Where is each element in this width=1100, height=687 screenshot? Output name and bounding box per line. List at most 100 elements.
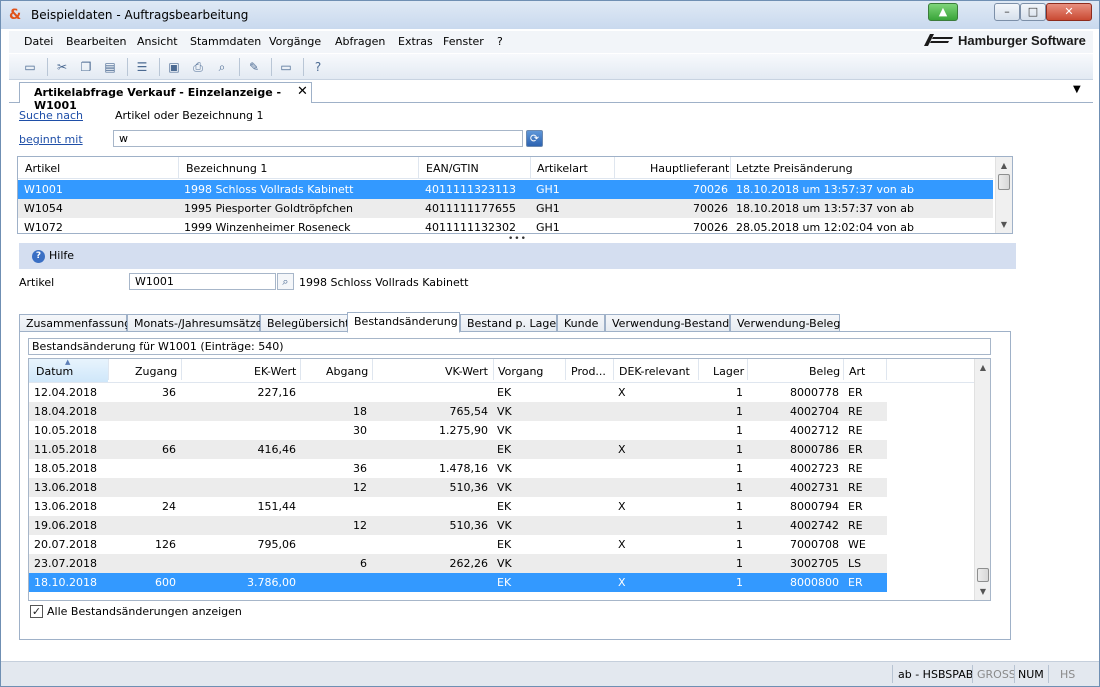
close-tab-icon[interactable]: ✕ [297, 84, 308, 99]
column-separator [843, 359, 844, 380]
cell-dek-relevant: X [618, 500, 626, 513]
column-header-ean[interactable]: EAN/GTIN [426, 162, 479, 175]
column-header-zugang[interactable]: Zugang [135, 365, 177, 378]
stock-table: ▲ Datum Zugang EK-Wert Abgang VK-Wert Vo… [28, 358, 991, 601]
stock-row-selected[interactable]: 18.10.2018 600 3.786,00 EK X 1 8000800 ER [29, 573, 887, 592]
toolbar-separator [239, 58, 240, 76]
stock-row[interactable]: 13.06.2018 24 151,44 EK X 1 8000794 ER [29, 497, 887, 516]
column-header-vk-wert[interactable]: VK-Wert [445, 365, 488, 378]
toolbar-separator [159, 58, 160, 76]
minimize-to-tray-button[interactable]: ▲ [928, 3, 958, 21]
scroll-thumb[interactable] [977, 568, 989, 582]
column-header-dek-relevant[interactable]: DEK-relevant [619, 365, 690, 378]
column-header-ek-wert[interactable]: EK-Wert [254, 365, 296, 378]
scroll-up-icon[interactable]: ▲ [996, 159, 1012, 173]
search-mode-link[interactable]: beginnt mit [19, 133, 83, 146]
scroll-down-icon[interactable]: ▼ [975, 585, 990, 599]
stock-row[interactable]: 19.06.2018 12 510,36 VK 1 4002742 RE [29, 516, 887, 535]
column-header-hauptlieferant[interactable]: Hauptlieferant [650, 162, 729, 175]
stock-row[interactable]: 11.05.2018 66 416,46 EK X 1 8000786 ER [29, 440, 887, 459]
help-icon[interactable]: ? [309, 58, 327, 76]
open-folder-icon[interactable]: ▭ [21, 58, 39, 76]
cell-abgang: 36 [353, 462, 367, 475]
close-window-button[interactable]: ✕ [1046, 3, 1092, 21]
cell-ek-wert: 795,06 [257, 538, 297, 551]
menu-help[interactable]: ? [497, 35, 503, 48]
list-view-icon[interactable]: ☰ [133, 58, 151, 76]
print-preview-icon[interactable]: ⌕ [213, 58, 231, 76]
search-field-link[interactable]: Suche nach [19, 109, 83, 122]
column-header-art[interactable]: Art [849, 365, 865, 378]
menu-bearbeiten[interactable]: Bearbeiten [66, 35, 126, 48]
article-list-header: Artikel Bezeichnung 1 EAN/GTIN Artikelar… [18, 157, 993, 179]
cell-beleg: 8000778 [790, 386, 839, 399]
help-bar[interactable]: ? Hilfe [19, 243, 1016, 269]
stock-row[interactable]: 18.04.2018 18 765,54 VK 1 4002704 RE [29, 402, 887, 421]
column-header-lager[interactable]: Lager [713, 365, 744, 378]
table-row[interactable]: W1072 1999 Winzenheimer Roseneck 4011111… [18, 218, 993, 233]
show-all-checkbox[interactable]: ✓ [30, 605, 43, 618]
column-header-vorgang[interactable]: Vorgang [498, 365, 543, 378]
menu-ansicht[interactable]: Ansicht [137, 35, 178, 48]
stock-table-scrollbar[interactable]: ▲ ▼ [974, 359, 990, 600]
cell-lager: 1 [736, 557, 743, 570]
stock-row[interactable]: 12.04.2018 36 227,16 EK X 1 8000778 ER [29, 383, 887, 402]
lookup-search-icon[interactable]: ⌕ [277, 273, 294, 290]
cell-ek-wert: 416,46 [257, 443, 297, 456]
help-icon: ? [32, 250, 45, 263]
cell-vk-wert: 1.275,90 [439, 424, 488, 437]
cell-vk-wert: 1.478,16 [439, 462, 488, 475]
table-row[interactable]: W1054 1995 Piesporter Goldtröpfchen 4011… [18, 199, 993, 218]
stock-row[interactable]: 23.07.2018 6 262,26 VK 1 3002705 LS [29, 554, 887, 573]
column-header-artikel[interactable]: Artikel [25, 162, 60, 175]
copy-icon[interactable]: ❐ [77, 58, 95, 76]
column-header-datum[interactable]: Datum [36, 365, 73, 378]
column-header-bezeichnung[interactable]: Bezeichnung 1 [186, 162, 267, 175]
cell-zugang: 36 [162, 386, 176, 399]
cell-vk-wert: 765,54 [449, 405, 489, 418]
minimize-button[interactable]: – [994, 3, 1020, 21]
artikel-name: 1998 Schloss Vollrads Kabinett [299, 276, 469, 289]
column-header-artikelart[interactable]: Artikelart [537, 162, 588, 175]
document-tab[interactable]: Artikelabfrage Verkauf - Einzelanzeige -… [19, 82, 312, 112]
column-header-abgang[interactable]: Abgang [326, 365, 368, 378]
app-window: & Beispieldaten - Auftragsbearbeitung ▲ … [0, 0, 1100, 687]
column-header-beleg[interactable]: Beleg [809, 365, 840, 378]
tab-bestandsaenderung[interactable]: Bestandsänderung [347, 312, 460, 333]
menu-vorgaenge[interactable]: Vorgänge [269, 35, 321, 48]
paste-icon[interactable]: ▤ [101, 58, 119, 76]
menu-datei[interactable]: Datei [24, 35, 53, 48]
show-all-label[interactable]: Alle Bestandsänderungen anzeigen [47, 605, 242, 618]
refresh-button[interactable]: ⟳ [526, 130, 543, 147]
properties-icon[interactable]: ✎ [245, 58, 263, 76]
article-list-scrollbar[interactable]: ▲ ▼ [995, 157, 1012, 233]
cell-artikel: W1001 [24, 183, 63, 196]
scroll-thumb[interactable] [998, 174, 1010, 190]
new-document-icon[interactable]: ▣ [165, 58, 183, 76]
cell-vorgang: VK [497, 424, 512, 437]
scroll-up-icon[interactable]: ▲ [975, 361, 990, 375]
stock-row[interactable]: 18.05.2018 36 1.478,16 VK 1 4002723 RE [29, 459, 887, 478]
maximize-button[interactable]: □ [1020, 3, 1046, 21]
cell-lieferant: 70026 [693, 183, 728, 196]
print-icon[interactable]: ⎙ [189, 58, 207, 76]
column-header-preisaenderung[interactable]: Letzte Preisänderung [736, 162, 853, 175]
brand-name: Hamburger Software [958, 33, 1086, 48]
artikel-input[interactable]: W1001 [129, 273, 276, 290]
window-icon[interactable]: ▭ [277, 58, 295, 76]
menu-fenster[interactable]: Fenster [443, 35, 484, 48]
search-input[interactable]: w [113, 130, 523, 147]
column-separator [181, 359, 182, 380]
menu-abfragen[interactable]: Abfragen [335, 35, 385, 48]
stock-row[interactable]: 20.07.2018 126 795,06 EK X 1 7000708 WE [29, 535, 887, 554]
table-row-selected[interactable]: W1001 1998 Schloss Vollrads Kabinett 401… [18, 180, 993, 199]
stock-row[interactable]: 10.05.2018 30 1.275,90 VK 1 4002712 RE [29, 421, 887, 440]
stock-row[interactable]: 13.06.2018 12 510,36 VK 1 4002731 RE [29, 478, 887, 497]
menu-stammdaten[interactable]: Stammdaten [190, 35, 261, 48]
scroll-down-icon[interactable]: ▼ [996, 218, 1012, 232]
cut-icon[interactable]: ✂ [53, 58, 71, 76]
tab-list-dropdown-icon[interactable]: ▼ [1073, 84, 1081, 95]
menu-extras[interactable]: Extras [398, 35, 433, 48]
column-separator [493, 359, 494, 380]
column-header-prod[interactable]: Prod... [571, 365, 606, 378]
